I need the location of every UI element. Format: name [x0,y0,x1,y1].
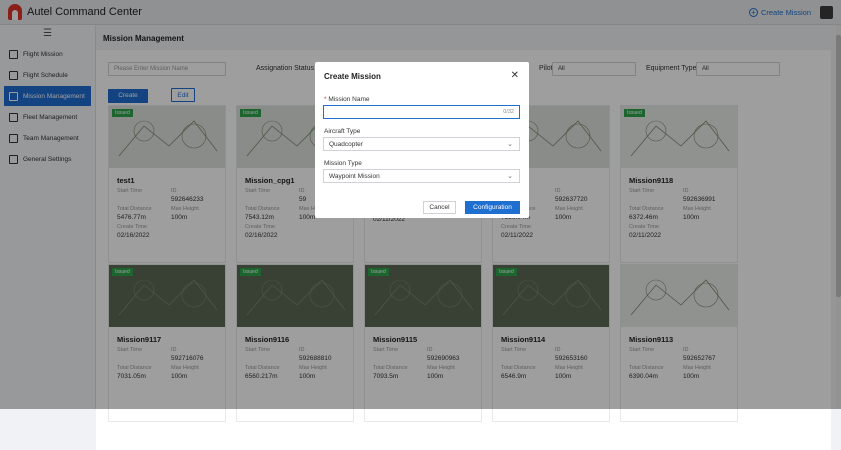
close-icon[interactable]: ✕ [511,70,519,81]
mission-type-label: Mission Type [324,160,362,167]
mission-name-input[interactable]: 0/32 [323,105,520,119]
create-mission-dialog: Create Mission ✕ * Mission Name 0/32 Air… [315,62,529,218]
mission-type-select[interactable]: Waypoint Mission ⌄ [323,169,520,183]
mission-type-value: Waypoint Mission [329,173,380,180]
mission-name-label: * Mission Name [324,96,370,103]
dialog-title: Create Mission [324,72,381,81]
cancel-button[interactable]: Cancel [423,201,456,214]
aircraft-type-label: Aircraft Type [324,128,361,135]
configuration-button[interactable]: Configuration [465,201,520,214]
chevron-down-icon: ⌄ [507,141,513,148]
aircraft-type-value: Quadcopter [329,141,363,148]
mission-name-label-text: Mission Name [328,96,370,103]
aircraft-type-select[interactable]: Quadcopter ⌄ [323,137,520,151]
chevron-down-icon: ⌄ [507,173,513,180]
char-count: 0/32 [503,109,514,115]
